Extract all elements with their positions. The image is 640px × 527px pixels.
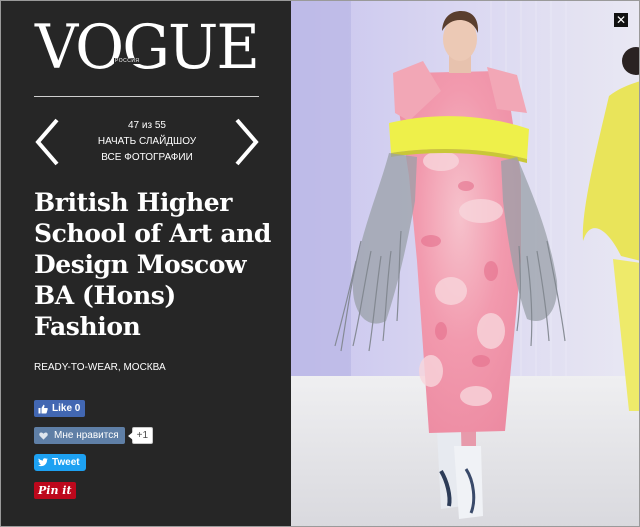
vk-like-widget: Мне нравится +1 [34, 426, 154, 445]
vk-like-count: +1 [127, 427, 154, 444]
divider [34, 96, 259, 97]
collection-subtitle: READY-TO-WEAR, МОСКВА [34, 362, 166, 373]
thumbs-up-icon [38, 404, 48, 413]
chevron-right-icon [235, 118, 259, 166]
facebook-like-button[interactable]: Like 0 [34, 400, 86, 417]
photo-counter: 47 из 55 [128, 120, 166, 131]
next-photo-button[interactable] [233, 117, 261, 167]
tweet-button[interactable]: Tweet [34, 454, 86, 471]
vk-like-label: Мне нравится [54, 430, 119, 441]
info-panel: VOGUE РОССИЯ 47 из 55 НАЧАТЬ СЛАЙДШОУ ВС… [1, 1, 291, 526]
gallery-page: VOGUE РОССИЯ 47 из 55 НАЧАТЬ СЛАЙДШОУ ВС… [0, 0, 640, 527]
chevron-left-icon [35, 118, 59, 166]
logo-subtitle: РОССИЯ [114, 58, 141, 64]
vk-like-button[interactable]: Мне нравится [34, 427, 125, 444]
slideshow-nav: 47 из 55 НАЧАТЬ СЛАЙДШОУ ВСЕ ФОТОГРАФИИ [31, 111, 263, 173]
pin-it-button[interactable]: Pin it [34, 482, 76, 499]
facebook-like-label: Like 0 [52, 403, 81, 414]
close-button[interactable]: ✕ [614, 13, 628, 27]
runway-image [291, 1, 639, 526]
slideshow-controls: 47 из 55 НАЧАТЬ СЛАЙДШОУ ВСЕ ФОТОГРАФИИ [69, 118, 225, 166]
runway-photo [291, 1, 639, 526]
all-photos-link[interactable]: ВСЕ ФОТОГРАФИИ [69, 150, 225, 166]
collection-title: British Higher School of Art and Design … [34, 188, 272, 341]
start-slideshow-link[interactable]: НАЧАТЬ СЛАЙДШОУ [69, 134, 225, 150]
tweet-label: Tweet [52, 457, 80, 468]
logo-text: VOGUE [35, 12, 260, 83]
close-icon: ✕ [615, 13, 627, 27]
twitter-bird-icon [38, 458, 48, 467]
prev-photo-button[interactable] [33, 117, 61, 167]
vogue-logo[interactable]: VOGUE РОССИЯ [35, 15, 261, 81]
heart-icon [39, 431, 48, 440]
